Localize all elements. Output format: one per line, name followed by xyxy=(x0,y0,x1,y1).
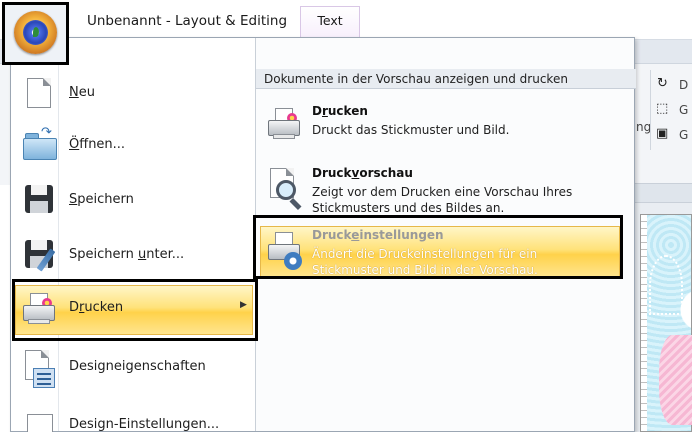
save-as-icon xyxy=(23,238,56,272)
menu-item-label: Öffnen... xyxy=(69,137,126,152)
lace-pattern xyxy=(649,255,683,315)
embroidery-design-preview[interactable] xyxy=(640,214,692,432)
gear-icon xyxy=(284,252,302,270)
open-folder-icon: ↷ xyxy=(23,125,57,162)
leaf-icon xyxy=(33,27,39,37)
menu-left-pane: Neu ↷ Öffnen... Speichern Speichern unte… xyxy=(11,38,255,432)
new-document-icon xyxy=(23,76,55,110)
design-properties-icon xyxy=(23,350,55,388)
submenu-header: Dokumente in der Vorschau anzeigen und d… xyxy=(256,69,636,89)
ribbon-label-ng: ng xyxy=(636,120,652,134)
menu-item-designeigenschaften[interactable]: Designeigenschaften xyxy=(11,340,255,394)
menu-item-drucken[interactable]: Drucken ▶ xyxy=(11,281,255,337)
submenu-item-druckvorschau[interactable]: Druckvorschau Zeigt vor dem Drucken eine… xyxy=(256,160,636,224)
menu-item-oeffnen[interactable]: ↷ Öffnen... xyxy=(11,118,255,172)
menu-item-label: Designeigenschaften xyxy=(69,359,206,374)
group-icon[interactable]: ▣ xyxy=(656,126,668,141)
ribbon-label-d: D xyxy=(679,78,689,92)
ribbon-label-g1: G xyxy=(679,103,689,117)
menu-item-neu[interactable]: Neu xyxy=(11,66,255,120)
window-title: Unbenannt - Layout & Editing xyxy=(87,13,288,29)
ribbon-separator xyxy=(650,70,651,150)
menu-item-label: Neu xyxy=(69,85,95,100)
print-settings-icon xyxy=(268,230,302,270)
app-orb-icon xyxy=(14,11,57,54)
application-menu: Neu ↷ Öffnen... Speichern Speichern unte… xyxy=(10,37,636,432)
print-preview-icon xyxy=(268,168,302,211)
menu-item-label: Speichern xyxy=(69,192,134,207)
submenu-header-text: Dokumente in der Vorschau anzeigen und d… xyxy=(264,72,568,86)
submenu-item-description: Zeigt vor dem Drucken eine Vorschau Ihre… xyxy=(312,185,573,215)
submenu-item-title: Druckeinstellungen xyxy=(312,228,444,242)
menu-item-design-einstellungen[interactable]: Design-Einstellungen... xyxy=(11,398,255,432)
ruler xyxy=(641,215,647,431)
menu-item-label: Drucken xyxy=(69,300,124,315)
tab-text[interactable]: Text xyxy=(300,6,360,40)
submenu-item-description: Ändert die Druckeinstellungen für ein Sti… xyxy=(312,247,538,277)
menu-item-speichern-unter[interactable]: Speichern unter... xyxy=(11,228,255,282)
submenu-item-druckeinstellungen[interactable]: Druckeinstellungen Ändert die Druckeinst… xyxy=(256,222,636,280)
save-disk-icon xyxy=(23,183,55,217)
submenu-item-description: Druckt das Stickmuster und Bild. xyxy=(312,123,510,137)
menu-item-speichern[interactable]: Speichern xyxy=(11,173,255,227)
printer-icon xyxy=(268,106,302,146)
application-menu-button[interactable] xyxy=(2,2,69,65)
pink-stitch-area xyxy=(659,335,692,425)
redo-icon[interactable]: ↻ xyxy=(657,76,668,91)
title-bar: Unbenannt - Layout & Editing Text xyxy=(0,0,692,40)
menu-item-label: Design-Einstellungen... xyxy=(69,417,220,432)
design-settings-icon xyxy=(23,408,55,432)
submenu-arrow-icon: ▶ xyxy=(240,300,247,310)
ribbon-label-g2: G xyxy=(679,128,689,142)
submenu-item-drucken[interactable]: Drucken Druckt das Stickmuster und Bild. xyxy=(256,98,636,156)
submenu-item-title: Drucken xyxy=(312,104,368,118)
menu-item-label: Speichern unter... xyxy=(69,247,185,262)
printer-icon xyxy=(23,291,55,325)
submenu-item-title: Druckvorschau xyxy=(312,166,413,180)
select-icon[interactable]: ⬚ xyxy=(656,101,668,116)
panel-header-strip xyxy=(634,183,692,203)
